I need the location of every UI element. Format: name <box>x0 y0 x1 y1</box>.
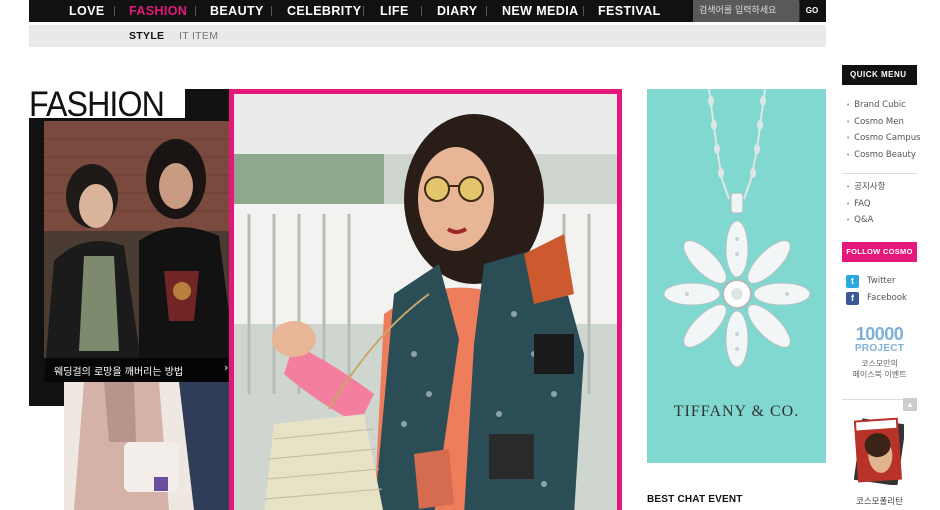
feature-caption: 웨딩걸의 로망을 깨버리는 방법 <box>54 367 184 378</box>
quick-menu-info: 공지사항 FAQ Q&A <box>846 179 885 229</box>
main-feature-photo[interactable] <box>229 89 622 510</box>
feature-photo-image <box>44 121 238 382</box>
nav-divider <box>583 6 584 16</box>
quick-link-notice[interactable]: 공지사항 <box>846 179 885 196</box>
nav-fashion[interactable]: FASHION <box>129 0 187 22</box>
twitter-icon: t <box>846 274 859 288</box>
quick-menu: QUICK MENU Brand Cubic Cosmo Men Cosmo C… <box>842 65 921 507</box>
subnav-it-item[interactable]: IT ITEM <box>179 25 218 47</box>
advertisement-banner[interactable]: TIFFANY & CO. <box>647 89 826 463</box>
magazine-cover-image <box>854 417 904 485</box>
project-desc-line-2: 페이스북 이벤트 <box>852 370 907 379</box>
facebook-link[interactable]: f Facebook <box>846 291 907 305</box>
nav-divider <box>363 6 364 16</box>
nav-celebrity[interactable]: CELEBRITY <box>287 0 361 22</box>
nav-love[interactable]: LOVE <box>69 0 105 22</box>
secondary-photo[interactable] <box>64 382 229 510</box>
magazine-divider <box>842 399 903 400</box>
scroll-up-icon[interactable]: ▲ <box>903 398 917 411</box>
nav-new-media[interactable]: NEW MEDIA <box>502 0 579 22</box>
quick-link-qna[interactable]: Q&A <box>846 212 885 229</box>
magazine-cover[interactable] <box>854 417 904 485</box>
quick-menu-links: Brand Cubic Cosmo Men Cosmo Campus Cosmo… <box>846 97 921 164</box>
twitter-link[interactable]: t Twitter <box>846 274 896 288</box>
nav-festival[interactable]: FESTIVAL <box>598 0 661 22</box>
title-decoration <box>185 89 229 121</box>
quick-menu-divider <box>842 173 917 174</box>
facebook-icon: f <box>846 291 859 305</box>
project-label: PROJECT <box>854 343 905 354</box>
search-input[interactable] <box>693 0 799 22</box>
nav-divider <box>114 6 115 16</box>
project-number: 10000 <box>855 324 904 344</box>
project-desc-line-1: 코스모만의 <box>861 359 898 368</box>
nav-divider <box>421 6 422 16</box>
project-banner[interactable]: 10000 PROJECT 코스모만의 페이스북 이벤트 <box>842 325 917 380</box>
follow-cosmo-banner[interactable]: FOLLOW COSMO <box>842 242 917 262</box>
ad-brand-name: TIFFANY & CO. <box>673 403 800 420</box>
top-nav: LOVE FASHION BEAUTY CELEBRITY LIFE DIARY… <box>29 0 826 22</box>
magazine-caption: 코스모폴리탄 <box>856 497 903 507</box>
nav-beauty[interactable]: BEAUTY <box>210 0 264 22</box>
facebook-label: Facebook <box>867 293 907 303</box>
feature-caption-bar[interactable]: 웨딩걸의 로망을 깨버리는 방법 › <box>44 358 238 382</box>
nav-divider <box>271 6 272 16</box>
quick-menu-title: QUICK MENU <box>842 65 917 85</box>
quick-link-faq[interactable]: FAQ <box>846 196 885 213</box>
caption-arrow-icon[interactable]: › <box>224 361 228 374</box>
twitter-label: Twitter <box>867 276 896 286</box>
best-chat-heading: BEST CHAT EVENT <box>647 494 743 505</box>
secondary-photo-image <box>64 382 229 510</box>
quick-link-cosmo-campus[interactable]: Cosmo Campus <box>846 130 920 147</box>
nav-diary[interactable]: DIARY <box>437 0 477 22</box>
nav-divider <box>486 6 487 16</box>
search-box <box>693 0 799 22</box>
search-go-button[interactable]: GO <box>799 1 824 21</box>
subnav-style[interactable]: STYLE <box>129 25 164 47</box>
nav-life[interactable]: LIFE <box>380 0 409 22</box>
main-photo-image <box>234 94 617 510</box>
sub-nav: STYLE IT ITEM <box>29 25 826 47</box>
quick-link-cosmo-beauty[interactable]: Cosmo Beauty <box>846 147 921 164</box>
nav-divider <box>195 6 196 16</box>
quick-link-brand-cubic[interactable]: Brand Cubic <box>846 97 921 114</box>
feature-photo[interactable] <box>44 121 238 382</box>
quick-link-cosmo-men[interactable]: Cosmo Men <box>846 114 921 131</box>
